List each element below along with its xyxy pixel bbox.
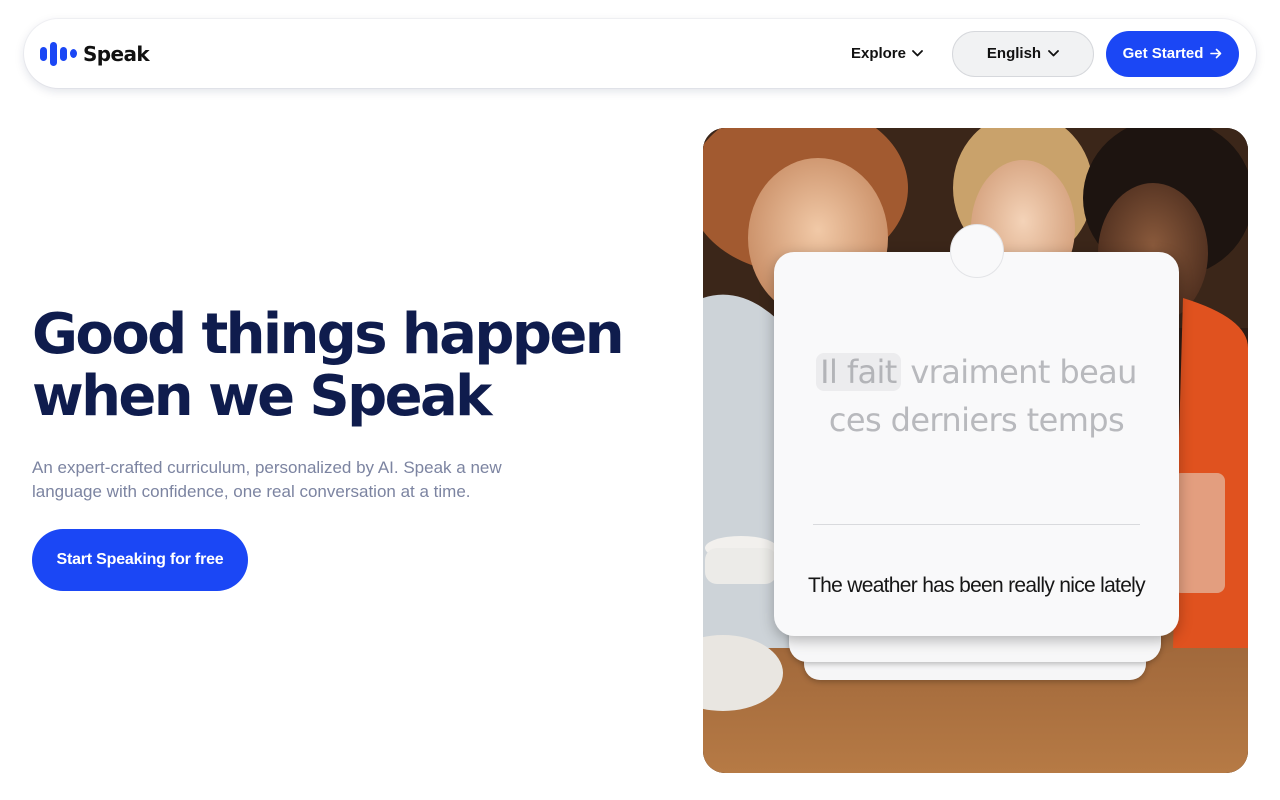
hero-subtitle: An expert-crafted curriculum, personaliz…: [32, 458, 502, 501]
chevron-down-icon: [912, 50, 923, 57]
explore-menu[interactable]: Explore: [851, 45, 923, 62]
get-started-label: Get Started: [1122, 45, 1204, 62]
hero-title-line-1: Good things happen: [32, 302, 625, 367]
foreign-phrase-rest: vraiment beau: [900, 353, 1137, 391]
nav-actions: Explore English Get Started: [851, 30, 1239, 77]
foreign-phrase-line-2: ces derniers temps: [828, 401, 1125, 439]
foreign-phrase: Il fait vraiment beau ces derniers temps: [774, 348, 1179, 444]
speaker-avatar: [950, 224, 1004, 278]
translation-text: The weather has been really nice lately: [808, 574, 1146, 597]
speak-logo-icon: [40, 41, 77, 66]
card-divider: [813, 524, 1140, 525]
get-started-button[interactable]: Get Started: [1106, 30, 1239, 77]
hero-image: Il fait vraiment beau ces derniers temps…: [703, 128, 1248, 773]
top-navbar: Speak Explore English Get Started: [24, 19, 1256, 88]
hero-title-line-2: when we Speak: [32, 364, 492, 429]
phrase-card: Il fait vraiment beau ces derniers temps…: [774, 252, 1179, 636]
speak-logo[interactable]: Speak: [40, 41, 150, 66]
arrow-right-icon: [1210, 48, 1222, 59]
hero-title: Good things happen when we Speak: [32, 304, 652, 428]
start-speaking-button[interactable]: Start Speaking for free: [32, 529, 248, 591]
language-selector[interactable]: English: [952, 30, 1094, 77]
explore-label: Explore: [850, 45, 906, 62]
language-label: English: [986, 45, 1042, 62]
chevron-down-icon: [1048, 50, 1059, 57]
logo-wordmark: Speak: [83, 41, 150, 66]
highlighted-word: Il fait: [816, 353, 901, 391]
